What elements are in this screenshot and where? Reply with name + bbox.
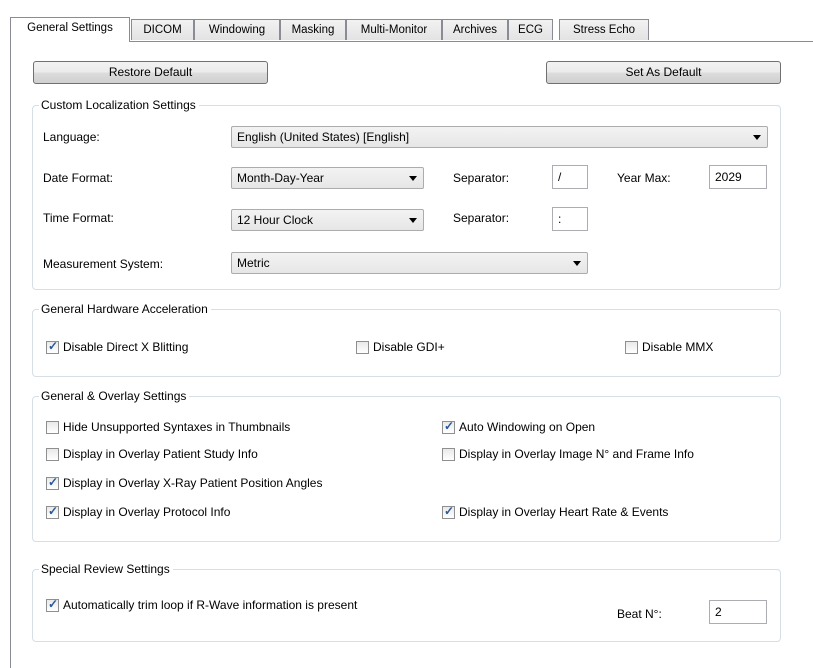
overlay-xray-position-checkbox[interactable]: ✓ <box>46 475 59 490</box>
overlay-settings-group-title: General & Overlay Settings <box>39 388 190 404</box>
measurement-system-select[interactable]: Metric <box>231 252 588 274</box>
overlay-protocol-info-checkbox[interactable]: ✓ <box>46 504 59 519</box>
language-select[interactable]: English (United States) [English] <box>231 126 768 148</box>
overlay-settings-group: General & Overlay Settings <box>32 388 781 542</box>
tab-windowing[interactable]: Windowing <box>194 19 280 40</box>
date-format-label: Date Format: <box>43 171 114 185</box>
tab-general-settings[interactable]: General Settings <box>10 17 130 42</box>
chevron-down-icon <box>573 261 581 266</box>
localization-group-title: Custom Localization Settings <box>39 97 199 113</box>
chevron-down-icon <box>409 218 417 223</box>
date-format-value: Month-Day-Year <box>237 171 324 185</box>
measurement-system-label: Measurement System: <box>43 257 164 271</box>
time-separator-label: Separator: <box>453 211 510 225</box>
beat-number-label: Beat N°: <box>617 607 662 621</box>
time-separator-field[interactable]: : <box>552 207 588 231</box>
disable-gdi-checkbox[interactable]: ✓ <box>356 341 369 354</box>
disable-directx-label: Disable Direct X Blitting <box>63 340 189 354</box>
hardware-acceleration-group-title: General Hardware Acceleration <box>39 301 211 317</box>
beat-number-field[interactable]: 2 <box>709 600 767 624</box>
hide-unsupported-syntaxes-checkbox[interactable]: ✓ <box>46 421 59 434</box>
disable-directx-checkbox[interactable]: ✓ <box>46 339 59 354</box>
set-as-default-button[interactable]: Set As Default <box>546 61 781 84</box>
tab-dicom[interactable]: DICOM <box>131 19 194 40</box>
time-format-label: Time Format: <box>43 211 114 225</box>
time-format-select[interactable]: 12 Hour Clock <box>231 209 424 231</box>
disable-gdi-label: Disable GDI+ <box>373 340 445 354</box>
date-format-select[interactable]: Month-Day-Year <box>231 167 424 189</box>
chevron-down-icon <box>409 176 417 181</box>
restore-default-button[interactable]: Restore Default <box>33 61 268 84</box>
auto-windowing-checkbox[interactable]: ✓ <box>442 419 455 434</box>
measurement-system-value: Metric <box>237 256 270 270</box>
overlay-patient-study-info-checkbox[interactable]: ✓ <box>46 448 59 461</box>
overlay-heart-rate-label: Display in Overlay Heart Rate & Events <box>459 505 669 519</box>
disable-mmx-checkbox[interactable]: ✓ <box>625 341 638 354</box>
date-separator-field[interactable]: / <box>552 165 588 189</box>
disable-mmx-label: Disable MMX <box>642 340 714 354</box>
language-value: English (United States) [English] <box>237 130 410 144</box>
tab-stress-echo[interactable]: Stress Echo <box>559 19 649 40</box>
auto-trim-loop-label: Automatically trim loop if R-Wave inform… <box>63 598 358 612</box>
overlay-protocol-info-label: Display in Overlay Protocol Info <box>63 505 231 519</box>
hide-unsupported-syntaxes-label: Hide Unsupported Syntaxes in Thumbnails <box>63 420 291 434</box>
overlay-heart-rate-checkbox[interactable]: ✓ <box>442 504 455 519</box>
chevron-down-icon <box>753 135 761 140</box>
time-format-value: 12 Hour Clock <box>237 213 314 227</box>
tab-masking[interactable]: Masking <box>280 19 346 40</box>
year-max-label: Year Max: <box>617 171 671 185</box>
tab-multi-monitor[interactable]: Multi-Monitor <box>346 19 442 40</box>
tab-ecg[interactable]: ECG <box>508 19 553 40</box>
auto-windowing-label: Auto Windowing on Open <box>459 420 596 434</box>
overlay-image-frame-info-checkbox[interactable]: ✓ <box>442 448 455 461</box>
date-separator-label: Separator: <box>453 171 510 185</box>
auto-trim-loop-checkbox[interactable]: ✓ <box>46 597 59 612</box>
review-settings-group-title: Special Review Settings <box>39 561 173 577</box>
overlay-xray-position-label: Display in Overlay X-Ray Patient Positio… <box>63 476 323 490</box>
overlay-patient-study-info-label: Display in Overlay Patient Study Info <box>63 447 258 461</box>
overlay-image-frame-info-label: Display in Overlay Image N° and Frame In… <box>459 447 694 461</box>
language-label: Language: <box>43 130 100 144</box>
tab-archives[interactable]: Archives <box>442 19 508 40</box>
year-max-field[interactable]: 2029 <box>709 165 767 189</box>
